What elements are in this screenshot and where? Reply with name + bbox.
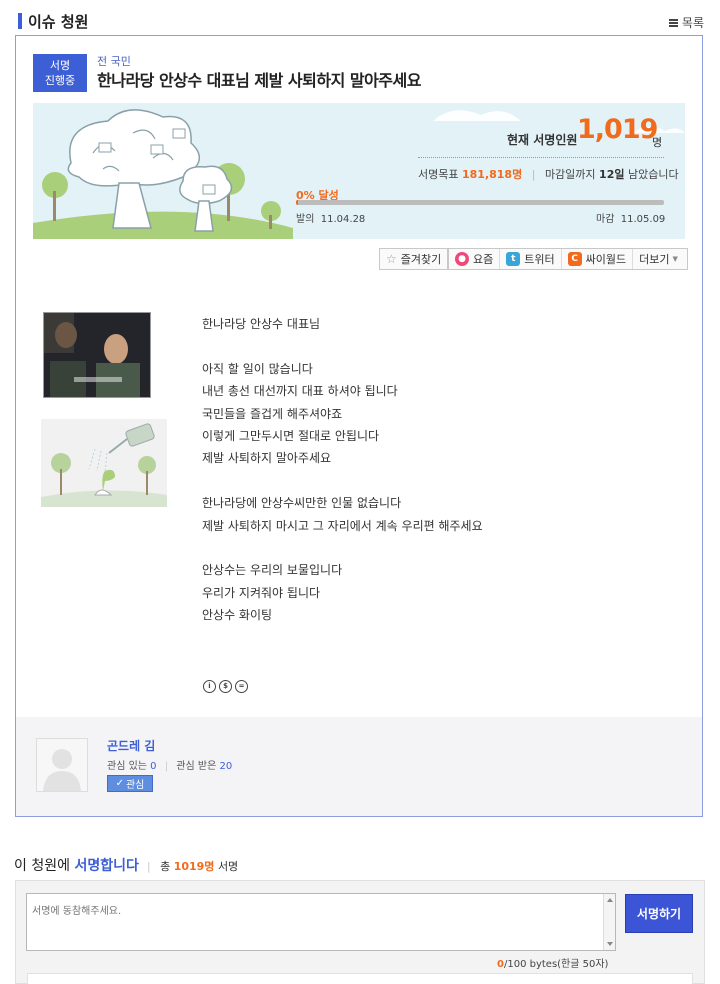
- separator: |: [531, 168, 536, 181]
- sign-total: | 총 1019명 서명: [147, 858, 238, 874]
- author-stats: 관심 있는 0 | 관심 받은 20: [107, 757, 232, 772]
- body-line: 아직 할 일이 많습니다: [202, 361, 313, 376]
- author-name[interactable]: 곤드레 김: [107, 737, 155, 754]
- deadline-value: 12일: [599, 168, 625, 181]
- following-label: 관심 있는: [107, 761, 147, 772]
- divider: [418, 157, 664, 158]
- follow-label: 관심: [125, 780, 145, 791]
- scroll-down-icon[interactable]: [607, 942, 613, 946]
- twitter-icon: t: [506, 252, 521, 266]
- photo-image: [44, 313, 150, 397]
- list-link-label: 목록: [681, 16, 704, 30]
- status-badge-line2: 진행중: [44, 74, 76, 87]
- cc-by-icon: i: [203, 680, 216, 693]
- end-date: 마감 11.05.09: [596, 210, 665, 225]
- list-icon: [668, 18, 678, 27]
- byte-current: 0: [497, 959, 504, 970]
- twitter-label: 트위터: [524, 253, 555, 266]
- sign-heading-prefix: 이 청원에: [14, 858, 70, 874]
- body-line: 우리가 지켜줘야 됩니다: [202, 585, 321, 600]
- sign-heading: 이 청원에 서명합니다 | 총 1019명 서명: [14, 855, 238, 875]
- start-date: 발의 11.04.28: [296, 210, 365, 225]
- petition-body: 한나라당 안상수 대표님아직 할 일이 많습니다내년 총선 대선까지 대표 하셔…: [202, 313, 483, 626]
- separator: |: [164, 761, 169, 772]
- textarea-scrollbar[interactable]: [603, 894, 615, 950]
- followers-count[interactable]: 20: [219, 761, 232, 772]
- sign-total-suffix: 서명: [217, 860, 239, 873]
- body-line: 한나라당 안상수 대표님: [202, 317, 321, 331]
- body-line: 제발 사퇴하지 마시고 그 자리에서 계속 우리편 해주세요: [202, 518, 483, 533]
- body-line: 국민들을 즐겁게 해주셔야죠: [202, 406, 343, 421]
- sign-heading-highlight: 서명합니다: [74, 858, 139, 874]
- body-line: 안상수는 우리의 보물입니다: [202, 563, 343, 578]
- followers-label: 관심 받은: [176, 761, 217, 772]
- progress-bar: [296, 200, 664, 205]
- yozm-icon: ●: [455, 252, 469, 266]
- body-line: 제발 사퇴하지 말아주세요: [202, 451, 332, 466]
- more-label: 더보기: [639, 253, 670, 266]
- byte-rest: /100 bytes(한글 50자): [503, 959, 609, 970]
- follow-button[interactable]: ✓ 관심: [107, 775, 153, 792]
- status-badge: 서명 진행중: [33, 54, 87, 92]
- bookmark-label: 즐겨찾기: [400, 253, 442, 266]
- scroll-up-icon[interactable]: [607, 898, 613, 902]
- share-group: ● 요즘 t 트위터 C 싸이월드 더보기 ▼: [448, 248, 688, 270]
- title-bar-decoration: [18, 13, 22, 29]
- avatar-placeholder-icon: [37, 739, 87, 791]
- deadline-prefix: 마감일까지: [544, 168, 596, 181]
- body-blank-line: [202, 537, 483, 559]
- section-title: 이슈 청원: [18, 10, 88, 32]
- section-title-text: 이슈 청원: [28, 12, 89, 31]
- deadline-suffix: 남았습니다: [627, 168, 679, 181]
- star-icon: ☆: [386, 252, 397, 266]
- goal-value: 181,818명: [461, 168, 523, 181]
- start-label: 발의: [296, 214, 315, 225]
- signature-comment-input[interactable]: [26, 893, 616, 951]
- cyworld-label: 싸이월드: [585, 253, 627, 266]
- separator: |: [146, 860, 151, 873]
- following-count[interactable]: 0: [150, 761, 156, 772]
- goal-row: 서명목표 181,818명 | 마감일까지 12일 남았습니다: [418, 166, 679, 182]
- sign-total-prefix: 총: [160, 860, 171, 873]
- goal-label: 서명목표: [418, 168, 459, 181]
- sign-button[interactable]: 서명하기: [625, 894, 693, 933]
- end-date-value: 11.05.09: [620, 214, 666, 225]
- signature-count-value: 1,019: [577, 114, 658, 145]
- end-label: 마감: [596, 214, 615, 225]
- bookmark-button[interactable]: ☆ 즐겨찾기: [379, 248, 449, 270]
- license-icons: i $ =: [203, 680, 248, 693]
- watering-can-image: [41, 419, 167, 507]
- avatar[interactable]: [36, 738, 88, 792]
- check-icon: ✓: [115, 778, 124, 789]
- signature-list: [27, 973, 693, 984]
- list-link[interactable]: 목록: [668, 14, 704, 31]
- start-date-value: 11.04.28: [320, 214, 366, 225]
- signature-count-label: 현재 서명인원: [507, 133, 578, 147]
- petition-title: 한나라당 안상수 대표님 제발 사퇴하지 말아주세요: [97, 71, 421, 90]
- cyworld-share-button[interactable]: C 싸이월드: [562, 249, 634, 269]
- body-blank-line: [202, 470, 483, 492]
- progress-fill: [296, 200, 299, 205]
- cc-nd-icon: =: [235, 680, 248, 693]
- body-line: 내년 총선 대선까지 대표 하셔야 됩니다: [202, 384, 398, 399]
- more-button[interactable]: 더보기 ▼: [633, 249, 684, 269]
- twitter-share-button[interactable]: t 트위터: [500, 249, 562, 269]
- cc-nc-icon: $: [219, 680, 232, 693]
- watering-can-thumbnail[interactable]: [41, 419, 167, 507]
- body-line: 안상수 화이팅: [202, 608, 273, 623]
- sign-total-count: 1019명: [173, 860, 215, 873]
- yozm-label: 요즘: [473, 253, 494, 266]
- signature-count-unit: 명: [652, 136, 663, 149]
- body-blank-line: [202, 335, 483, 357]
- yozm-share-button[interactable]: ● 요즘: [449, 249, 501, 269]
- chevron-down-icon: ▼: [672, 255, 678, 263]
- status-badge-line1: 서명: [49, 59, 71, 72]
- body-line: 한나라당에 안상수씨만한 인물 없습니다: [202, 496, 402, 511]
- body-line: 이렇게 그만두시면 절대로 안됩니다: [202, 428, 380, 443]
- byte-counter: 0/100 bytes(한글 50자): [497, 955, 608, 970]
- cyworld-icon: C: [567, 252, 582, 266]
- news-photo-thumbnail[interactable]: [43, 312, 151, 398]
